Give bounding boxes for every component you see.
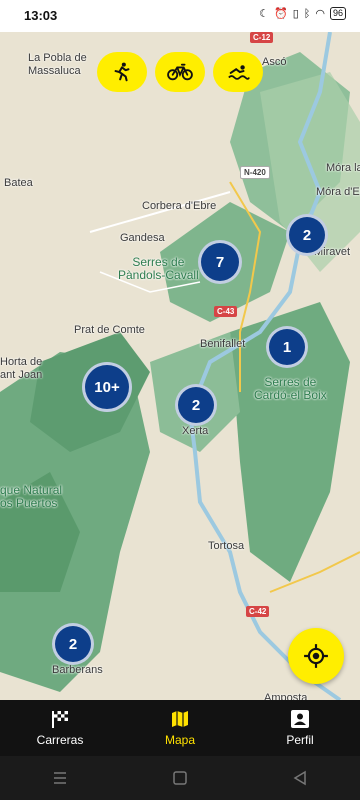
label-parque-natural: que Natural os Puertos <box>0 483 63 510</box>
map-view[interactable]: La Pobla de Massaluca Ascó Móra la Móra … <box>0 32 360 700</box>
status-time: 13:03 <box>24 8 58 23</box>
road-c12: C-12 <box>250 32 274 43</box>
nav-item-perfil[interactable]: Perfil <box>240 700 360 756</box>
label-barberans: Barberans <box>52 664 103 676</box>
map-cluster[interactable]: 1 <box>266 326 308 368</box>
nav-label-perfil: Perfil <box>286 733 314 747</box>
filter-swimming-button[interactable] <box>213 52 263 92</box>
nav-item-carreras[interactable]: Carreras <box>0 700 120 756</box>
label-tortosa: Tortosa <box>208 540 245 552</box>
my-location-button[interactable] <box>288 628 344 684</box>
label-horta: Horta de ant Joan <box>0 356 43 381</box>
status-icons: ☾ ⏰ ▯ ᛒ ◠ 96 <box>259 7 346 20</box>
bicycle-icon <box>167 63 193 81</box>
label-amposta: Amposta <box>264 692 308 700</box>
running-icon <box>114 62 130 82</box>
label-mora-debre: Móra d'Eb <box>316 186 360 198</box>
label-prat-comte: Prat de Comte <box>74 324 145 336</box>
bottom-navigation: Carreras Mapa Perfil <box>0 700 360 756</box>
map-icon <box>172 711 188 727</box>
system-navigation-bar <box>0 756 360 800</box>
nav-label-mapa: Mapa <box>164 733 196 747</box>
home-icon[interactable] <box>172 770 188 786</box>
alarm-icon: ⏰ <box>274 8 288 20</box>
map-cluster[interactable]: 2 <box>286 214 328 256</box>
status-bar: 13:03 ☾ ⏰ ▯ ᛒ ◠ 96 <box>0 0 360 32</box>
battery-indicator: 96 <box>329 7 346 20</box>
nav-item-mapa[interactable]: Mapa <box>120 700 240 756</box>
label-serres-cardo: Serres de Cardó-el Boix <box>254 375 327 402</box>
label-benifallet: Benifallet <box>200 338 246 350</box>
moon-icon: ☾ <box>259 8 269 20</box>
back-icon[interactable] <box>292 770 308 786</box>
vibrate-icon: ▯ <box>292 8 299 20</box>
profile-icon <box>291 710 309 728</box>
map-cluster[interactable]: 10+ <box>82 362 132 412</box>
map-cluster[interactable]: 2 <box>175 384 217 426</box>
swimming-icon <box>228 65 250 80</box>
map-cluster[interactable]: 7 <box>198 240 242 284</box>
label-corbera: Corbera d'Ebre <box>142 200 217 212</box>
map-terrain <box>0 32 360 700</box>
my-location-icon <box>304 644 328 668</box>
label-xerta: Xerta <box>182 425 209 437</box>
label-mora-la: Móra la <box>326 162 360 174</box>
filter-running-button[interactable] <box>97 52 147 92</box>
road-c43: C-43 <box>214 306 238 317</box>
nav-label-carreras: Carreras <box>36 733 84 747</box>
label-gandesa: Gandesa <box>120 232 165 244</box>
label-asco: Ascó <box>262 56 287 68</box>
label-serres-pandols: Serres de Pàndols-Cavall <box>118 255 199 282</box>
map-cluster[interactable]: 2 <box>52 623 94 665</box>
road-n420: N-420 <box>240 166 270 179</box>
wifi-icon: ◠ <box>315 8 325 20</box>
road-c42: C-42 <box>246 606 270 617</box>
label-batea: Batea <box>4 177 33 189</box>
checkered-flag-icon <box>52 711 68 728</box>
recents-icon[interactable] <box>52 771 68 785</box>
filter-cycling-button[interactable] <box>155 52 205 92</box>
bluetooth-icon: ᛒ <box>303 7 311 20</box>
label-la-pobla: La Pobla de Massaluca <box>28 52 87 77</box>
